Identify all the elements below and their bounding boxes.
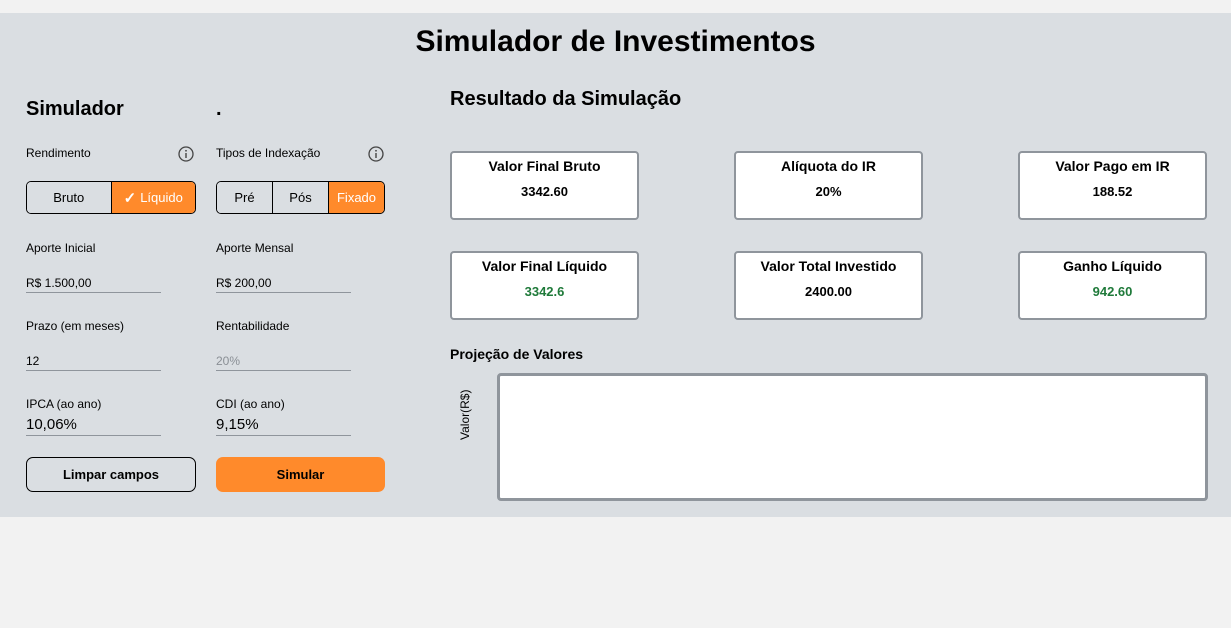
indexacao-info-icon[interactable] [368, 146, 384, 167]
card-value: 3342.6 [524, 284, 565, 299]
card-value: 3342.60 [521, 184, 568, 199]
result-card-aliquota-ir: Alíquota do IR 20% [734, 151, 923, 220]
rendimento-toggle: Bruto ✓ Líquido [26, 181, 196, 214]
rendimento-option-bruto-label: Bruto [53, 190, 85, 205]
indexacao-toggle: Pré Pós Fixado [216, 181, 385, 214]
indexacao-option-pos-label: Pós [289, 190, 312, 205]
ipca-input[interactable]: 10,06% [26, 416, 161, 436]
result-card-valor-pago-ir: Valor Pago em IR 188.52 [1018, 151, 1207, 220]
app-panel: Simulador de Investimentos Simulador . R… [0, 13, 1231, 517]
rendimento-option-bruto[interactable]: Bruto [27, 182, 111, 213]
cdi-input[interactable]: 9,15% [216, 416, 351, 436]
card-value: 2400.00 [805, 284, 852, 299]
prazo-label: Prazo (em meses) [26, 319, 125, 333]
rendimento-info-icon[interactable] [178, 146, 194, 167]
card-value: 20% [815, 184, 842, 199]
card-value: 942.60 [1092, 284, 1133, 299]
results-title: Resultado da Simulação [450, 88, 682, 110]
rendimento-option-liquido[interactable]: ✓ Líquido [110, 182, 195, 213]
rendimento-option-liquido-label: Líquido [140, 190, 183, 205]
page-title: Simulador de Investimentos [415, 25, 816, 58]
indexacao-option-fixado[interactable]: Fixado [328, 182, 384, 213]
card-title: Valor Final Líquido [481, 258, 608, 274]
simulator-dot: . [216, 98, 222, 120]
indexacao-label: Tipos de Indexação [216, 146, 321, 160]
card-title: Valor Total Investido [760, 258, 897, 274]
projection-y-axis-label: Valor(R$) [458, 389, 472, 440]
card-value: 188.52 [1092, 184, 1133, 199]
aporte-mensal-label: Aporte Mensal [216, 241, 294, 255]
projection-title: Projeção de Valores [450, 346, 584, 362]
indexacao-option-pos[interactable]: Pós [272, 182, 328, 213]
indexacao-option-pre-label: Pré [234, 190, 255, 205]
simulate-button[interactable]: Simular [216, 457, 385, 492]
rentabilidade-label: Rentabilidade [216, 319, 290, 333]
card-title: Valor Pago em IR [1055, 158, 1170, 174]
check-icon: ✓ [123, 189, 137, 207]
rendimento-label: Rendimento [26, 146, 91, 160]
indexacao-option-fixado-label: Fixado [336, 190, 377, 205]
result-card-valor-total-investido: Valor Total Investido 2400.00 [734, 251, 923, 320]
rentabilidade-input[interactable]: 20% [216, 354, 351, 371]
aporte-inicial-label: Aporte Inicial [26, 241, 96, 255]
card-title: Ganho Líquido [1063, 258, 1162, 274]
projection-chart [497, 373, 1208, 501]
aporte-inicial-input[interactable]: R$ 1.500,00 [26, 276, 161, 293]
prazo-input[interactable]: 12 [26, 354, 161, 371]
result-card-valor-final-liquido: Valor Final Líquido 3342.6 [450, 251, 639, 320]
card-title: Alíquota do IR [781, 158, 876, 174]
result-card-ganho-liquido: Ganho Líquido 942.60 [1018, 251, 1207, 320]
simulator-title: Simulador [26, 98, 124, 120]
aporte-mensal-input[interactable]: R$ 200,00 [216, 276, 351, 293]
ipca-label: IPCA (ao ano) [26, 397, 102, 411]
indexacao-option-pre[interactable]: Pré [217, 182, 272, 213]
result-card-valor-final-bruto: Valor Final Bruto 3342.60 [450, 151, 639, 220]
clear-fields-button[interactable]: Limpar campos [26, 457, 196, 492]
card-title: Valor Final Bruto [488, 158, 601, 174]
cdi-label: CDI (ao ano) [216, 397, 285, 411]
